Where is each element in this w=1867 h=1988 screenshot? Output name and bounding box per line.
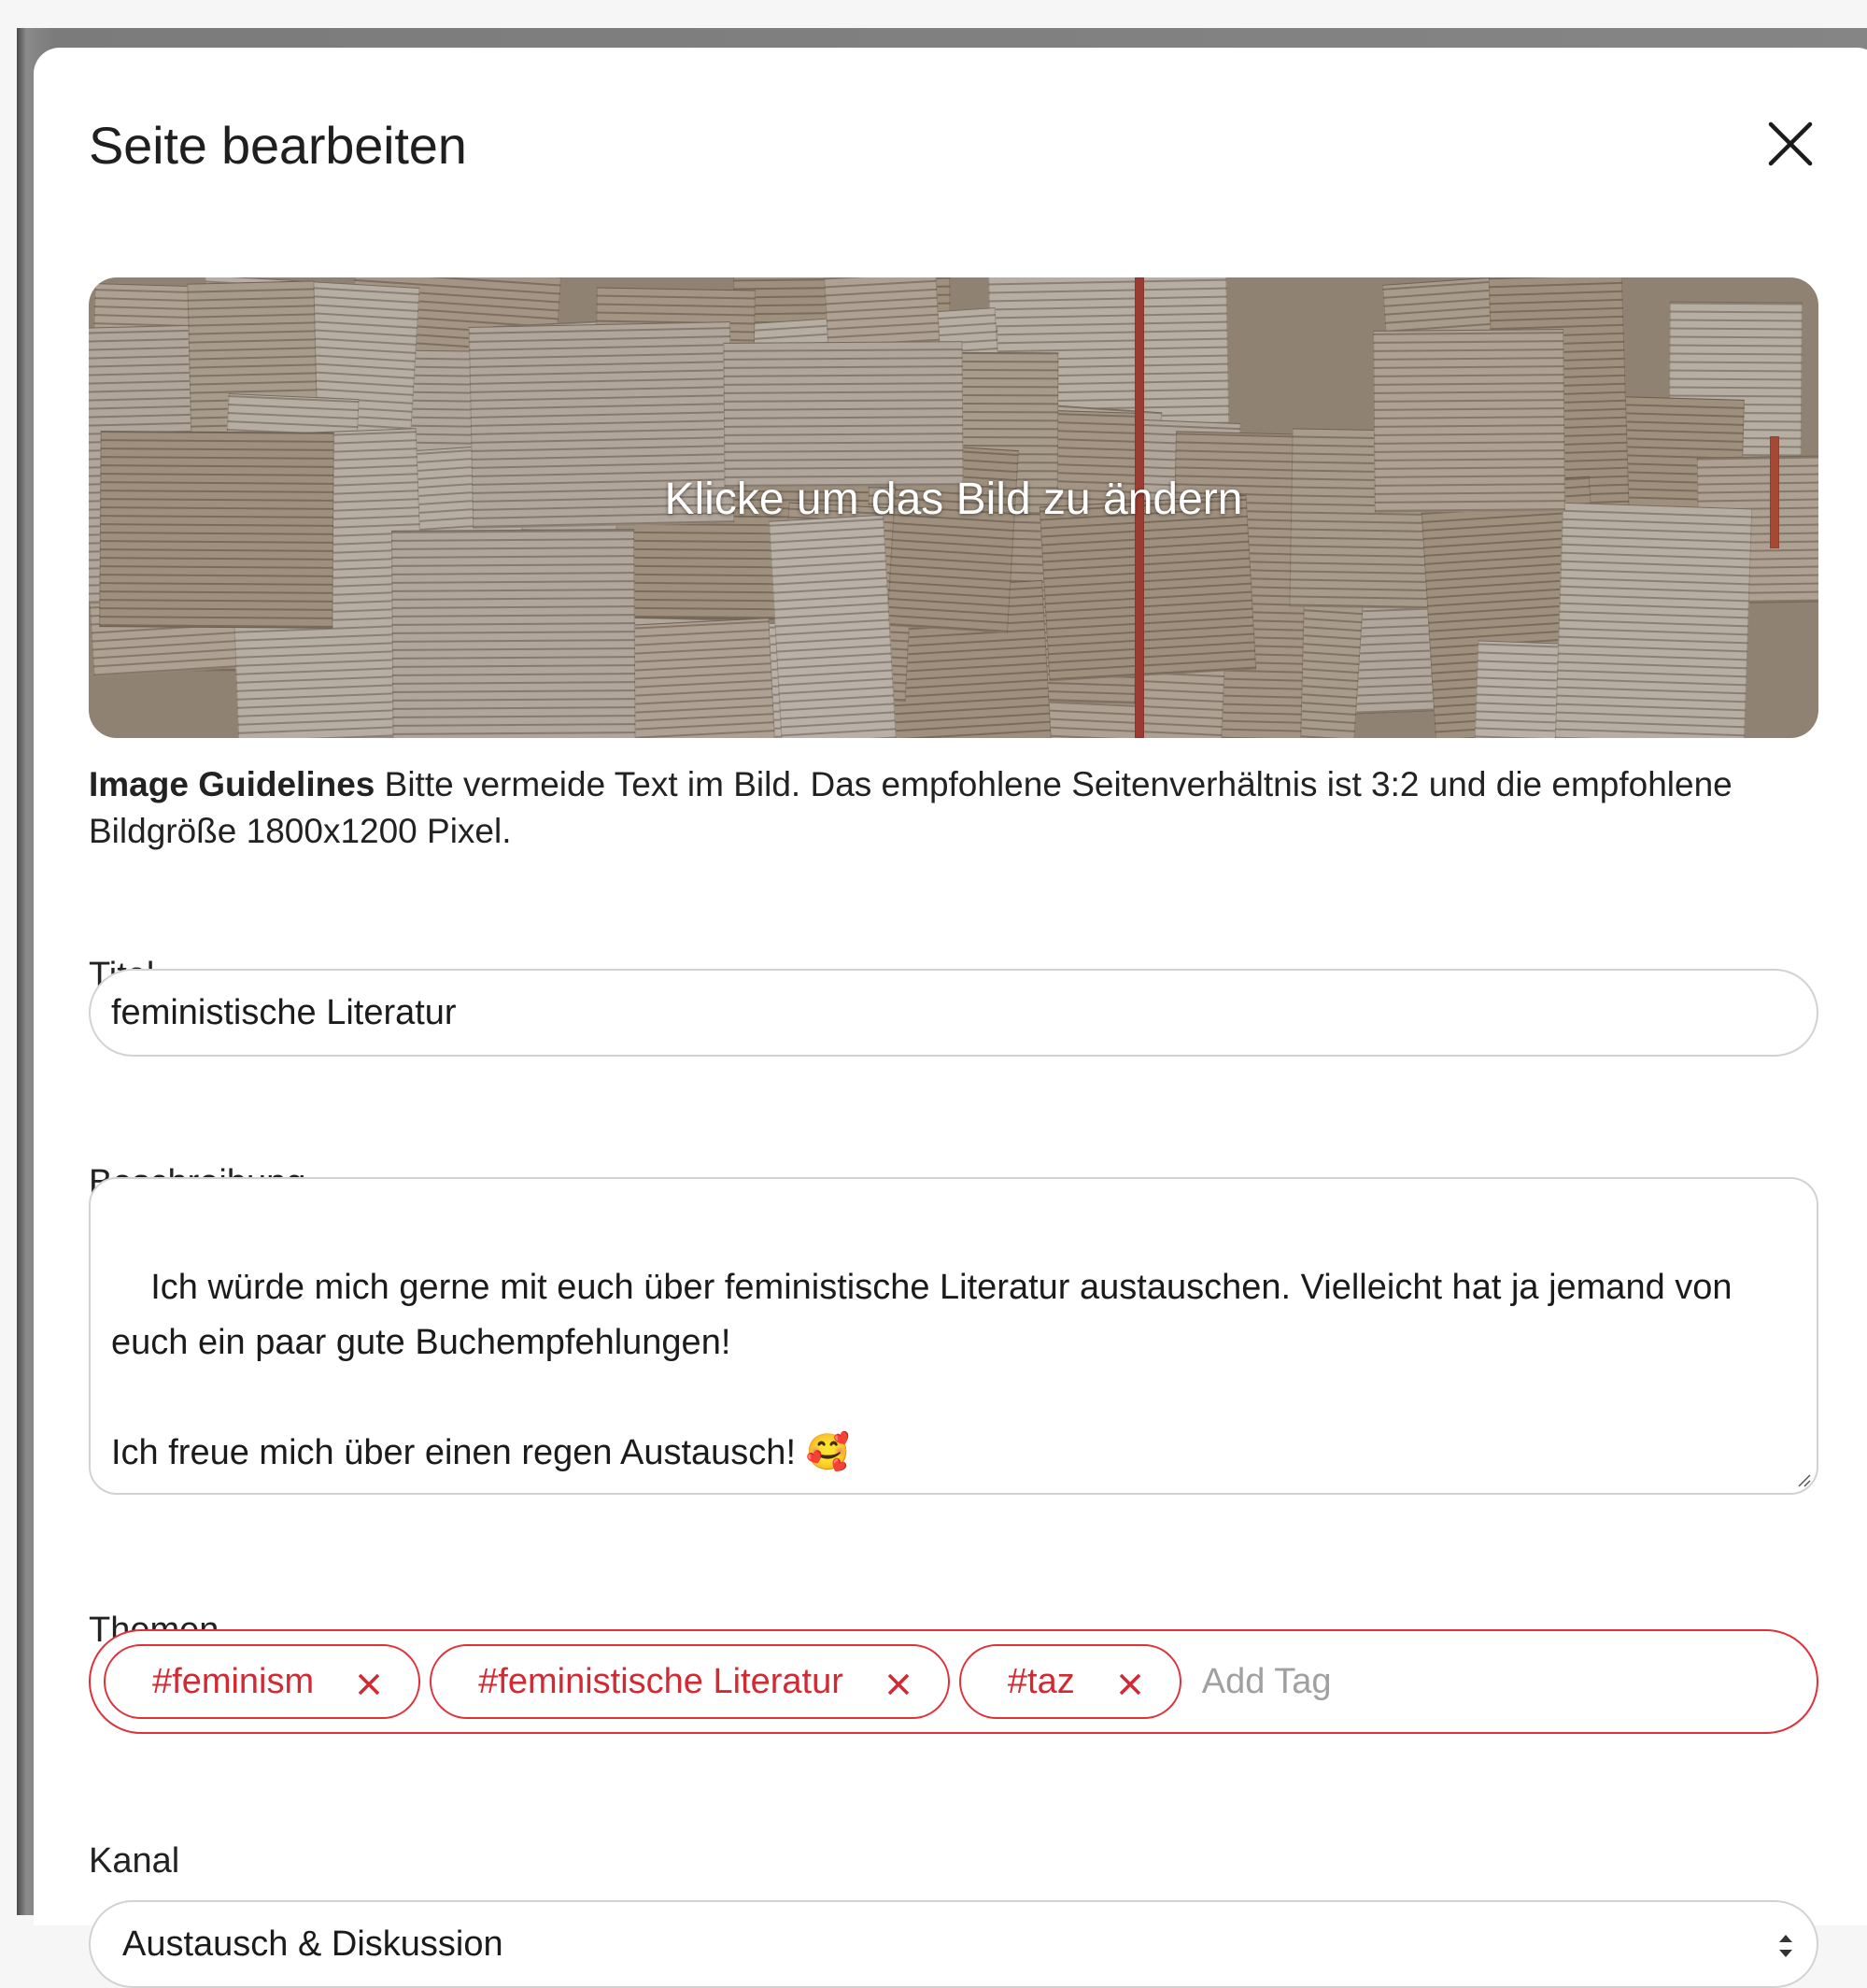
tag-chip: #taz <box>958 1644 1181 1719</box>
tag-label: #feminism <box>152 1661 315 1701</box>
title-input[interactable]: feministische Literatur <box>89 969 1818 1057</box>
topics-tag-input[interactable]: #feminism #feministische Literatur #taz <box>89 1629 1818 1734</box>
remove-tag-button[interactable] <box>355 1668 383 1696</box>
resize-grip-icon[interactable] <box>1796 1472 1811 1487</box>
description-textarea[interactable]: Ich würde mich gerne mit euch über femin… <box>89 1177 1818 1495</box>
cover-image-button[interactable]: Klicke um das Bild zu ändern <box>89 277 1818 738</box>
channel-selected-value: Austausch & Diskussion <box>122 1924 503 1964</box>
close-icon <box>1119 1673 1140 1696</box>
select-arrows-icon <box>1779 1935 1792 1957</box>
channel-label: Kanal <box>89 1841 180 1881</box>
dialog-title: Seite bearbeiten <box>89 116 467 175</box>
image-guidelines-label: Image Guidelines <box>89 765 375 803</box>
close-button[interactable] <box>1761 115 1819 173</box>
change-image-label: Klicke um das Bild zu ändern <box>664 475 1243 524</box>
tag-chip: #feministische Literatur <box>430 1644 950 1719</box>
close-icon <box>358 1673 380 1696</box>
close-icon <box>1768 121 1813 166</box>
channel-select[interactable]: Austausch & Diskussion <box>89 1900 1818 1988</box>
description-text: Ich würde mich gerne mit euch über femin… <box>111 1268 1733 1472</box>
tag-label: #taz <box>1007 1661 1075 1701</box>
edit-page-dialog: Seite bearbeiten Klicke um das Bild zu ä… <box>34 48 1867 1988</box>
tag-label: #feministische Literatur <box>478 1661 843 1701</box>
tag-chip: #feminism <box>104 1644 421 1719</box>
close-icon <box>887 1673 910 1696</box>
remove-tag-button[interactable] <box>884 1668 912 1696</box>
remove-tag-button[interactable] <box>1116 1668 1144 1696</box>
image-guidelines: Image Guidelines Bitte vermeide Text im … <box>89 761 1817 855</box>
add-tag-input[interactable] <box>1201 1661 1669 1702</box>
